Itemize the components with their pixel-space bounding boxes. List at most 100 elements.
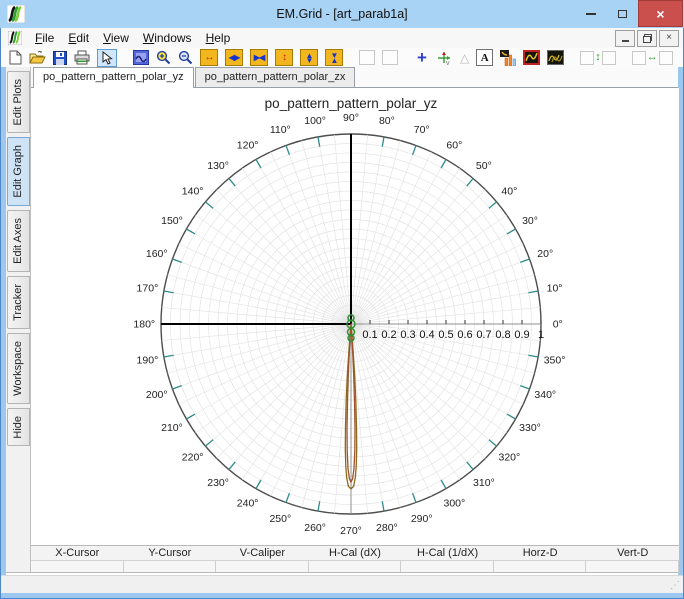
document-tab-row: po_pattern_pattern_polar_yz po_pattern_pa… (31, 67, 678, 88)
window-maximize-button[interactable] (607, 0, 637, 27)
polar-plot-canvas[interactable]: 0.1 0.2 0.3 0.4 0.5 0.6 0.7 0.8 0.9 1 0° 10° 20° 30° 4… (31, 88, 679, 545)
plot-title: po_pattern_pattern_polar_yz (265, 96, 438, 111)
document-icon (8, 31, 22, 45)
svg-text:v: v (446, 60, 450, 66)
sidebar-tab-edit-axes[interactable]: Edit Axes (6, 210, 30, 272)
angle-tick-label: 70° (414, 124, 430, 136)
marker-triangle-icon[interactable]: △ (460, 51, 469, 65)
menu-item-help[interactable]: Help (199, 29, 238, 47)
menu-item-edit[interactable]: Edit (61, 29, 96, 47)
readout-col-vert-d: Vert-D (617, 547, 649, 559)
open-file-icon[interactable] (29, 50, 46, 65)
mdi-restore-button[interactable] (637, 29, 657, 47)
menu-item-view[interactable]: View (96, 29, 136, 47)
window-minimize-button[interactable] (576, 0, 606, 27)
sidebar-tab-edit-graph[interactable]: Edit Graph (6, 137, 30, 207)
compress-y-icon[interactable]: ▼ ▲ (325, 49, 343, 66)
zoom-in-icon[interactable] (156, 50, 171, 65)
angle-tick-label: 240° (237, 498, 259, 510)
readout-header-row: X-Cursor Y-Cursor V-Caliper H-Cal (dX) H-Cal… (31, 546, 679, 561)
save-icon[interactable] (53, 50, 67, 65)
plot-style-active-icon[interactable] (523, 50, 541, 65)
angle-tick-label: 210° (161, 422, 183, 434)
expand-y-icon[interactable]: ↕ (275, 49, 293, 66)
status-bar: ⋰ (1, 575, 683, 593)
expand-x-icon[interactable]: ↔ (200, 49, 218, 66)
autoscale-x-icon[interactable]: ◀▶ (225, 49, 243, 66)
resize-grip[interactable]: ⋰ (670, 580, 680, 591)
sidebar-tab-edit-plots[interactable]: Edit Plots (6, 71, 30, 134)
menu-bar: File Edit View Windows Help × (1, 28, 683, 49)
angle-tick-label: 120° (237, 139, 259, 151)
mdi-minimize-button[interactable] (615, 29, 635, 47)
menu-item-windows[interactable]: Windows (136, 29, 199, 47)
frame-box-2-icon[interactable] (382, 50, 398, 65)
angle-tick-label: 50° (476, 160, 492, 172)
angle-tick-label: 220° (182, 451, 204, 463)
title-bar: EM.Grid - [art_parab1a] × (0, 0, 684, 28)
angle-tick-label: 310° (473, 477, 495, 489)
mdi-close-button[interactable]: × (659, 29, 679, 47)
angle-tick-label: 80° (379, 115, 395, 127)
compress-x-icon[interactable]: ▶◀ (250, 49, 268, 66)
app-window: EM.Grid - [art_parab1a] × File Edit View Wi… (0, 0, 684, 599)
angle-tick-label: 90° (343, 112, 359, 124)
mdi-controls: × (615, 29, 683, 47)
axes-tool-icon[interactable]: v (437, 50, 453, 66)
readout-col-horz-d: Horz-D (522, 547, 558, 559)
angle-tick-label: 340° (534, 389, 556, 401)
angle-tick-label: 40° (501, 186, 517, 198)
sidebar-tab-label: Edit Plots (12, 79, 24, 126)
plot-style-icon[interactable] (547, 50, 565, 65)
angle-tick-label: 200° (146, 389, 168, 401)
angle-tick-label: 180° (133, 319, 155, 331)
readout-table: X-Cursor Y-Cursor V-Caliper H-Cal (dX) H-Cal… (31, 545, 679, 573)
angle-tick-label: 250° (269, 513, 291, 525)
angle-tick-label: 20° (537, 248, 553, 260)
radial-tick-label: 0.8 (495, 329, 510, 341)
readout-col-v-caliper: V-Caliper (239, 547, 286, 559)
doc-tab-po-pattern-pattern-polar-yz[interactable]: po_pattern_pattern_polar_yz (33, 67, 194, 88)
print-icon[interactable] (74, 50, 90, 65)
text-label-icon[interactable]: A (476, 49, 494, 66)
angle-tick-label: 290° (411, 513, 433, 525)
menu-item-file[interactable]: File (28, 29, 61, 47)
angle-tick-label: 30° (522, 215, 538, 227)
readout-col-y-cursor: Y-Cursor (148, 547, 192, 559)
angle-tick-label: 170° (137, 283, 159, 295)
toolbar: ↔ ◀▶ ▶◀ ↕ ▲▼ ▼▲ + v △ A ↕ ↔ Layout ▼ (1, 48, 683, 67)
align-horizontal-control[interactable]: ↔ (631, 50, 673, 65)
radial-tick-label: 0.3 (400, 329, 415, 341)
zoom-box-icon[interactable] (133, 50, 149, 65)
sidebar-tab-workspace[interactable]: Workspace (6, 332, 30, 404)
radial-tick-label: 0.9 (514, 329, 529, 341)
doc-tab-po-pattern-pattern-polar-zx[interactable]: po_pattern_pattern_polar_zx (194, 67, 356, 87)
autoscale-y-icon[interactable]: ▲ ▼ (300, 49, 318, 66)
menu-items: File Edit View Windows Help (28, 29, 237, 47)
frame-box-1-icon[interactable] (359, 50, 375, 65)
sidebar: Edit Plots Edit Graph Edit Axes Tracker Work… (6, 67, 30, 572)
angle-tick-label: 60° (446, 139, 462, 151)
zoom-out-icon[interactable] (178, 50, 193, 65)
sidebar-tab-label: Workspace (12, 340, 24, 396)
angle-tick-label: 260° (304, 522, 326, 534)
readout-col-h-cal-dx: H-Cal (dX) (329, 547, 381, 559)
close-icon: × (656, 5, 665, 22)
sidebar-tab-label: Hide (12, 415, 24, 439)
angle-tick-label: 350° (544, 354, 566, 366)
sidebar-tab-hide[interactable]: Hide (6, 407, 30, 447)
sidebar-tab-label: Edit Axes (12, 218, 24, 264)
select-pointer-button[interactable] (97, 48, 117, 67)
angle-tick-label: 300° (444, 498, 466, 510)
add-cursor-icon[interactable]: + (414, 48, 430, 68)
histogram-style-icon[interactable] (500, 49, 517, 66)
new-document-icon[interactable] (9, 50, 22, 65)
angle-tick-label: 270° (340, 525, 362, 537)
window-close-button[interactable]: × (638, 0, 683, 27)
angle-tick-label: 160° (146, 248, 168, 260)
sidebar-tab-tracker[interactable]: Tracker (6, 275, 30, 329)
align-vertical-control[interactable]: ↕ (580, 50, 616, 65)
radial-tick-label: 1 (538, 329, 544, 341)
readout-col-h-cal-1-dx: H-Cal (1/dX) (417, 547, 479, 559)
angle-tick-label: 100° (304, 115, 326, 127)
